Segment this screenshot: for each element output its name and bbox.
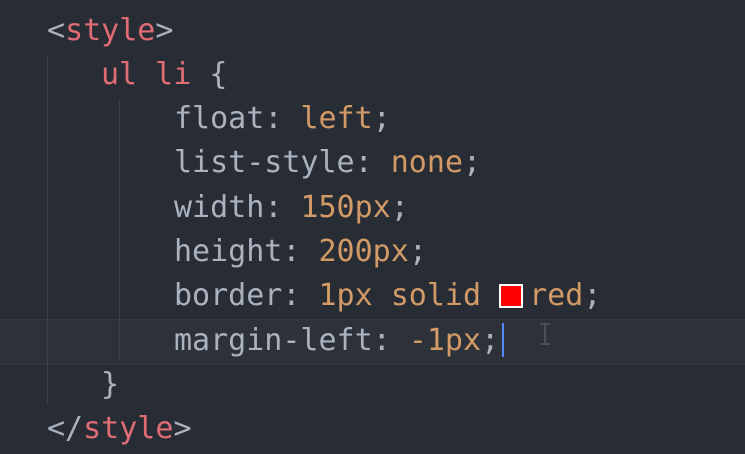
css-property: list-style — [174, 145, 355, 180]
tag-bracket: > — [173, 411, 192, 446]
code-line-list-style[interactable]: list-style: none; — [0, 141, 481, 185]
css-property: margin-left — [174, 323, 373, 358]
open-brace: { — [191, 57, 228, 92]
css-value: none — [390, 145, 463, 180]
colon: : — [372, 323, 409, 358]
css-value: left — [300, 101, 373, 136]
code-line-style-close[interactable]: </style> — [0, 407, 192, 451]
semicolon: ; — [481, 323, 500, 358]
colon: : — [264, 190, 301, 225]
close-brace: } — [101, 367, 120, 402]
semicolon: ; — [583, 278, 602, 313]
css-value: 200px — [318, 234, 409, 269]
css-property: float — [174, 101, 265, 136]
css-property: width — [174, 190, 265, 225]
colon: : — [354, 145, 391, 180]
mouse-ibeam-icon — [540, 323, 550, 345]
css-value: 150px — [300, 190, 391, 225]
css-value-color: red — [529, 278, 584, 313]
colon: : — [282, 278, 319, 313]
color-swatch-icon[interactable] — [499, 284, 524, 308]
semicolon: ; — [463, 145, 482, 180]
semicolon: ; — [390, 190, 409, 225]
semicolon: ; — [408, 234, 427, 269]
code-line-close-brace[interactable]: } — [0, 363, 119, 407]
tag-name: style — [65, 13, 156, 48]
code-line-selector[interactable]: ul li { — [0, 53, 227, 97]
code-line-border[interactable]: border: 1px solid red; — [0, 274, 601, 318]
semicolon: ; — [372, 101, 391, 136]
css-selector: ul li — [101, 57, 192, 92]
tag-bracket: </ — [47, 411, 84, 446]
code-line-height[interactable]: height: 200px; — [0, 230, 427, 274]
colon: : — [282, 234, 319, 269]
css-value: -1px — [408, 323, 482, 358]
css-property: height — [174, 234, 283, 269]
tag-bracket: < — [47, 13, 66, 48]
code-editor[interactable]: <style> ul li { float: left; list-style:… — [0, 0, 745, 454]
css-value: 1px solid — [318, 278, 482, 313]
code-line-style-open[interactable]: <style> — [0, 9, 173, 53]
code-line-margin-left[interactable]: margin-left: -1px; — [0, 319, 505, 363]
css-property: border — [174, 278, 283, 313]
colon: : — [264, 101, 301, 136]
text-cursor — [502, 323, 505, 357]
tag-bracket: > — [155, 13, 174, 48]
tag-name: style — [83, 411, 174, 446]
code-line-float[interactable]: float: left; — [0, 97, 391, 141]
code-line-width[interactable]: width: 150px; — [0, 186, 409, 230]
